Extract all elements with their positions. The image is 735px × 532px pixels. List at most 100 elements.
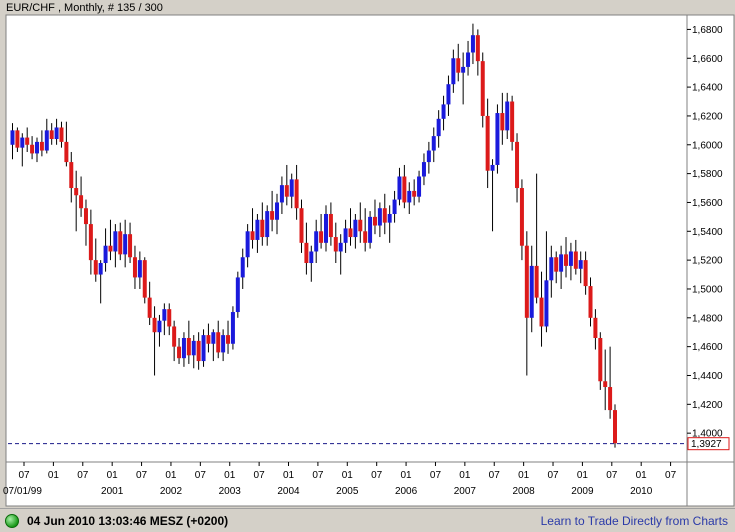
- candle-down: [79, 195, 84, 209]
- candle-up: [235, 277, 240, 313]
- y-tick-label: 1,4600: [692, 342, 723, 353]
- candle-down: [74, 188, 79, 196]
- candle-down: [64, 141, 69, 163]
- candle-down: [598, 337, 603, 382]
- candle-down: [118, 231, 123, 255]
- candle-up: [201, 335, 206, 362]
- candle-up: [323, 213, 328, 243]
- x-year-label: 2009: [571, 486, 594, 497]
- candle-down: [603, 381, 608, 388]
- x-month-label: 01: [401, 470, 413, 481]
- candle-up: [137, 260, 142, 278]
- candle-up: [529, 265, 534, 318]
- candle-up: [505, 101, 510, 131]
- candle-down: [152, 317, 157, 333]
- candle-up: [255, 219, 260, 240]
- y-tick-label: 1,4400: [692, 371, 723, 382]
- candle-down: [519, 188, 524, 246]
- candle-down: [382, 208, 387, 223]
- candle-up: [578, 260, 583, 269]
- candle-up: [338, 242, 343, 252]
- x-month-label: 07: [371, 470, 383, 481]
- candle-down: [500, 113, 505, 131]
- candle-down: [108, 245, 113, 252]
- candle-up: [123, 234, 128, 255]
- x-year-label: 2005: [336, 486, 359, 497]
- candle-down: [480, 61, 485, 116]
- candle-down: [270, 211, 275, 220]
- candle-down: [167, 309, 172, 327]
- candle-down: [132, 257, 137, 278]
- candle-down: [15, 130, 20, 148]
- connection-status-icon: [5, 513, 19, 528]
- candle-up: [495, 113, 500, 165]
- candle-up: [421, 162, 426, 177]
- candle-up: [544, 280, 549, 327]
- axis-corner: [686, 461, 735, 507]
- y-tick-label: 1,5400: [692, 227, 723, 238]
- x-month-label: 01: [342, 470, 354, 481]
- candle-up: [275, 202, 280, 220]
- x-year-label: 2008: [513, 486, 536, 497]
- candle-up: [230, 312, 235, 344]
- candle-down: [534, 265, 539, 298]
- candle-up: [426, 150, 431, 163]
- candle-down: [49, 130, 54, 140]
- y-tick-label: 1,6000: [692, 140, 723, 151]
- chart-frame: EUR/CHF , Monthly, # 135 / 300 1,6800 1,6…: [0, 0, 735, 508]
- y-tick-label: 1,6200: [692, 111, 723, 122]
- candle-up: [245, 231, 250, 258]
- x-axis-area: [5, 461, 688, 507]
- candle-up: [549, 257, 554, 281]
- candle-up: [431, 136, 436, 151]
- candle-up: [44, 130, 49, 151]
- candle-down: [358, 219, 363, 232]
- y-axis-ticks: 1,6800 1,6600 1,6400 1,6200 1,6000 1,5800 1,56…: [687, 25, 723, 440]
- x-month-label: 07: [430, 470, 442, 481]
- last-price-label: 1,3927: [691, 439, 722, 450]
- x-month-label: 07: [136, 470, 148, 481]
- candle-up: [103, 245, 108, 264]
- y-tick-label: 1,6600: [692, 54, 723, 65]
- candle-down: [608, 387, 613, 411]
- candle-up: [54, 127, 59, 140]
- x-month-label: 01: [636, 470, 648, 481]
- candle-up: [221, 335, 226, 353]
- x-month-label: 01: [518, 470, 530, 481]
- candle-down: [216, 332, 221, 353]
- x-month-label: 01: [48, 470, 60, 481]
- y-tick-label: 1,5000: [692, 284, 723, 295]
- y-tick-label: 1,5600: [692, 198, 723, 209]
- candle-down: [83, 208, 88, 225]
- candle-down: [588, 286, 593, 318]
- candle-down: [69, 162, 74, 189]
- x-year-label: 2001: [101, 486, 124, 497]
- status-bar: 04 Jun 2010 13:03:46 MESZ (+0200) Learn …: [0, 508, 735, 532]
- candle-up: [113, 231, 118, 252]
- x-year-label: 2004: [277, 486, 300, 497]
- x-month-label: 01: [577, 470, 589, 481]
- candle-down: [524, 245, 529, 318]
- candle-up: [417, 176, 422, 197]
- candle-up: [407, 190, 412, 203]
- status-timestamp: 04 Jun 2010 13:03:46 MESZ (+0200): [27, 513, 229, 528]
- candle-down: [372, 216, 377, 226]
- candle-up: [466, 52, 471, 67]
- x-month-label: 07: [665, 470, 677, 481]
- x-month-label: 07: [195, 470, 207, 481]
- candle-down: [319, 231, 324, 243]
- candle-up: [289, 179, 294, 197]
- x-month-label: 07: [254, 470, 266, 481]
- y-tick-label: 1,5200: [692, 256, 723, 267]
- candle-down: [93, 260, 98, 275]
- candle-down: [348, 228, 353, 238]
- chart-title: EUR/CHF , Monthly, # 135 / 300: [6, 2, 163, 14]
- candle-up: [470, 35, 475, 53]
- candle-up: [314, 231, 319, 252]
- candle-down: [128, 234, 133, 258]
- candle-up: [98, 263, 103, 275]
- candle-up: [436, 118, 441, 137]
- learn-to-trade-link[interactable]: Learn to Trade Directly from Charts: [541, 514, 728, 528]
- candle-up: [568, 251, 573, 266]
- candle-down: [475, 35, 480, 62]
